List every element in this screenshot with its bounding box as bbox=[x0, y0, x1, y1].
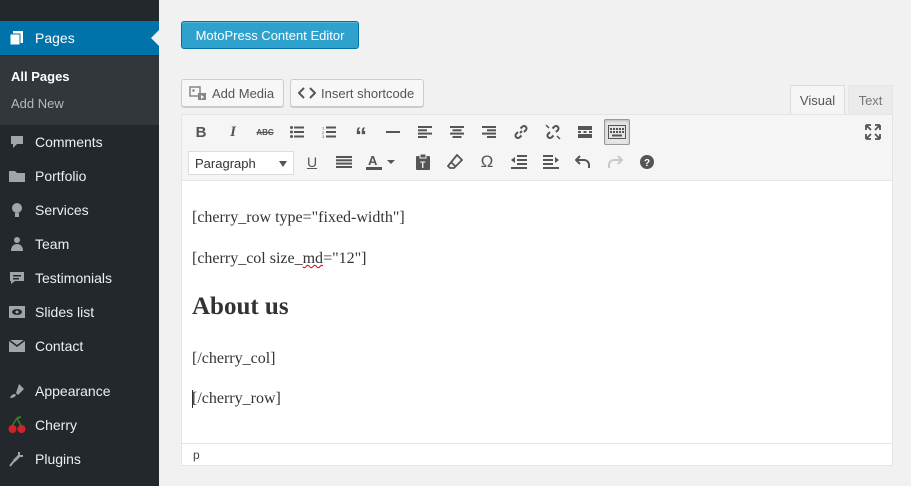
sidebar-item-pages[interactable]: Pages bbox=[0, 21, 159, 55]
sidebar-item-slides[interactable]: Slides list bbox=[0, 295, 159, 329]
numbered-list-icon[interactable]: 123 bbox=[316, 119, 342, 145]
portfolio-icon bbox=[8, 167, 26, 185]
undo-icon[interactable] bbox=[570, 149, 596, 175]
pages-icon bbox=[8, 29, 26, 47]
insert-shortcode-button[interactable]: Insert shortcode bbox=[290, 79, 425, 107]
add-media-label: Add Media bbox=[212, 85, 275, 101]
unlink-icon[interactable] bbox=[540, 119, 566, 145]
editor-container: B I ABC 123 “ Paragraph U A T Ω ? [cherr… bbox=[181, 114, 893, 466]
svg-text:T: T bbox=[420, 160, 426, 170]
sidebar-item-label: Appearance bbox=[35, 383, 111, 399]
sidebar-item-label: Services bbox=[35, 202, 89, 218]
team-icon bbox=[8, 235, 26, 253]
sidebar-item-label: Portfolio bbox=[35, 168, 87, 184]
appearance-icon bbox=[8, 382, 26, 400]
editor-status-path: p bbox=[182, 443, 892, 465]
svg-text:3: 3 bbox=[322, 134, 325, 138]
sidebar-item-label: Testimonials bbox=[35, 270, 113, 286]
insert-shortcode-label: Insert shortcode bbox=[321, 85, 415, 101]
text-cursor bbox=[192, 390, 193, 408]
read-more-icon[interactable] bbox=[572, 119, 598, 145]
tab-text[interactable]: Text bbox=[848, 85, 893, 114]
content-text: [cherry_col size_ bbox=[192, 250, 303, 267]
cherry-icon bbox=[8, 416, 26, 434]
special-character-icon[interactable]: Ω bbox=[474, 149, 500, 175]
comments-icon bbox=[8, 133, 26, 151]
bullet-list-icon[interactable] bbox=[284, 119, 310, 145]
help-icon[interactable]: ? bbox=[634, 149, 660, 175]
align-left-icon[interactable] bbox=[412, 119, 438, 145]
toolbar-toggle-icon[interactable] bbox=[604, 119, 630, 145]
sidebar-item-label: Slides list bbox=[35, 304, 95, 320]
sidebar-item-team[interactable]: Team bbox=[0, 227, 159, 261]
contact-icon bbox=[8, 337, 26, 355]
sidebar-item-services[interactable]: Services bbox=[0, 193, 159, 227]
clear-formatting-icon[interactable] bbox=[442, 149, 468, 175]
horizontal-line-icon[interactable] bbox=[380, 119, 406, 145]
outdent-icon[interactable] bbox=[506, 149, 532, 175]
media-icon bbox=[189, 85, 207, 101]
sidebar-item-label: Comments bbox=[35, 134, 103, 150]
format-select[interactable]: Paragraph bbox=[188, 151, 294, 175]
sidebar-item-label: Plugins bbox=[35, 451, 81, 467]
bold-button[interactable]: B bbox=[188, 119, 214, 145]
plugins-icon bbox=[8, 450, 26, 468]
text-color-icon[interactable]: A bbox=[363, 149, 399, 175]
indent-icon[interactable] bbox=[538, 149, 564, 175]
motopress-editor-button[interactable]: MotoPress Content Editor bbox=[181, 21, 359, 49]
admin-sidebar: Pages All Pages Add New Comments Portfol… bbox=[0, 0, 159, 486]
testimonials-icon bbox=[8, 269, 26, 287]
tab-visual[interactable]: Visual bbox=[790, 85, 845, 114]
sidebar-item-label: Contact bbox=[35, 338, 84, 354]
submenu-all-pages[interactable]: All Pages bbox=[11, 69, 70, 84]
sidebar-item-testimonials[interactable]: Testimonials bbox=[0, 261, 159, 295]
svg-text:A: A bbox=[368, 154, 378, 168]
sidebar-item-plugins[interactable]: Plugins bbox=[0, 442, 159, 476]
content-line: [cherry_row type="fixed-width"] bbox=[192, 209, 405, 226]
sidebar-item-cherry[interactable]: Cherry bbox=[0, 408, 159, 442]
content-heading: About us bbox=[192, 293, 289, 320]
code-icon bbox=[298, 86, 316, 100]
add-media-button[interactable]: Add Media bbox=[181, 79, 285, 107]
format-select-value: Paragraph bbox=[195, 155, 256, 171]
editor-content[interactable]: [cherry_row type="fixed-width"] [cherry_… bbox=[182, 181, 892, 443]
submenu-add-new[interactable]: Add New bbox=[11, 96, 64, 111]
link-icon[interactable] bbox=[508, 119, 534, 145]
sidebar-item-portfolio[interactable]: Portfolio bbox=[0, 159, 159, 193]
fullscreen-icon[interactable] bbox=[860, 119, 886, 145]
sidebar-item-label: Cherry bbox=[35, 417, 78, 433]
blockquote-icon[interactable]: “ bbox=[348, 119, 374, 149]
content-line: [/cherry_col] bbox=[192, 350, 276, 367]
spellcheck-word: md bbox=[302, 250, 324, 267]
pages-submenu: All Pages Add New bbox=[0, 56, 159, 125]
chevron-down-icon bbox=[279, 161, 287, 167]
editor-toolbar: B I ABC 123 “ Paragraph U A T Ω ? bbox=[182, 115, 892, 181]
align-center-icon[interactable] bbox=[444, 119, 470, 145]
content-text: ="12"] bbox=[323, 250, 367, 267]
italic-button[interactable]: I bbox=[220, 119, 246, 145]
sidebar-item-comments[interactable]: Comments bbox=[0, 125, 159, 159]
content-line: [/cherry_row] bbox=[192, 390, 281, 407]
align-right-icon[interactable] bbox=[476, 119, 502, 145]
sidebar-item-appearance[interactable]: Appearance bbox=[0, 374, 159, 408]
justify-icon[interactable] bbox=[331, 149, 357, 175]
strikethrough-button[interactable]: ABC bbox=[252, 119, 278, 145]
underline-button[interactable]: U bbox=[299, 149, 325, 175]
paste-text-icon[interactable]: T bbox=[410, 149, 436, 175]
sidebar-item-contact[interactable]: Contact bbox=[0, 329, 159, 363]
sidebar-item-label: Pages bbox=[35, 30, 75, 46]
redo-icon[interactable] bbox=[602, 149, 628, 175]
svg-text:?: ? bbox=[644, 158, 650, 169]
content-line: [cherry_col size_md="12"] bbox=[192, 250, 366, 268]
slides-icon bbox=[8, 303, 26, 321]
sidebar-item-label: Team bbox=[35, 236, 70, 252]
services-icon bbox=[8, 201, 26, 219]
